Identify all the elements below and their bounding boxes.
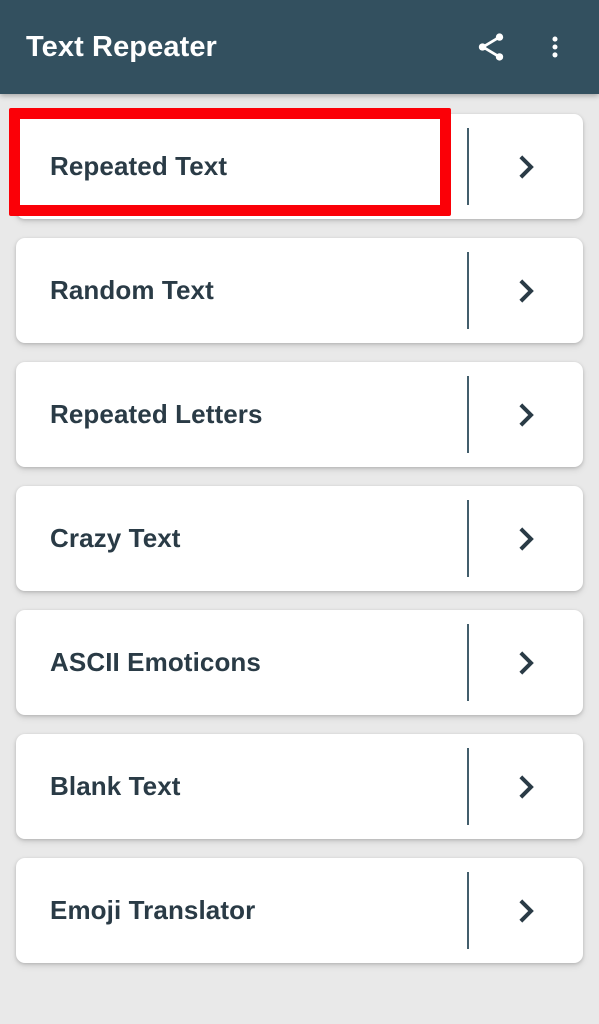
- list-item[interactable]: Repeated Letters: [16, 362, 583, 467]
- overflow-menu-button[interactable]: [527, 19, 583, 75]
- list-item[interactable]: Blank Text: [16, 734, 583, 839]
- list-item[interactable]: Repeated Text: [16, 114, 583, 219]
- chevron-right-icon: [511, 648, 541, 678]
- list-item-label: Random Text: [50, 275, 214, 305]
- feature-card-list: Repeated Text Random Text Repeated Lette…: [0, 94, 599, 1024]
- card-divider: [467, 500, 469, 577]
- list-item-label: Blank Text: [50, 771, 181, 801]
- share-button[interactable]: [463, 19, 519, 75]
- chevron-right-icon: [511, 400, 541, 430]
- chevron-right-icon: [511, 896, 541, 926]
- card-divider: [467, 376, 469, 453]
- open-button[interactable]: [469, 486, 583, 591]
- card-divider: [467, 872, 469, 949]
- open-button[interactable]: [469, 238, 583, 343]
- chevron-right-icon: [511, 524, 541, 554]
- list-item[interactable]: Random Text: [16, 238, 583, 343]
- card-label-area[interactable]: Emoji Translator: [16, 858, 467, 963]
- app-bar: Text Repeater: [0, 0, 599, 94]
- list-item-label: Repeated Text: [50, 151, 228, 181]
- card-divider: [467, 624, 469, 701]
- list-item-label: Emoji Translator: [50, 895, 256, 925]
- list-item-label: Crazy Text: [50, 523, 181, 553]
- card-divider: [467, 252, 469, 329]
- list-item[interactable]: Emoji Translator: [16, 858, 583, 963]
- overflow-menu-icon: [541, 30, 569, 64]
- card-label-area[interactable]: Random Text: [16, 238, 467, 343]
- page-title: Text Repeater: [26, 30, 217, 63]
- open-button[interactable]: [469, 858, 583, 963]
- open-button[interactable]: [469, 114, 583, 219]
- chevron-right-icon: [511, 276, 541, 306]
- card-label-area[interactable]: Repeated Letters: [16, 362, 467, 467]
- card-divider: [467, 748, 469, 825]
- list-item-label: ASCII Emoticons: [50, 647, 261, 677]
- open-button[interactable]: [469, 734, 583, 839]
- share-icon: [474, 30, 508, 64]
- open-button[interactable]: [469, 610, 583, 715]
- list-item-label: Repeated Letters: [50, 399, 263, 429]
- open-button[interactable]: [469, 362, 583, 467]
- card-divider: [467, 128, 469, 205]
- list-item[interactable]: Crazy Text: [16, 486, 583, 591]
- card-label-area[interactable]: Crazy Text: [16, 486, 467, 591]
- card-label-area[interactable]: Blank Text: [16, 734, 467, 839]
- card-label-area[interactable]: Repeated Text: [16, 114, 467, 219]
- chevron-right-icon: [511, 152, 541, 182]
- card-label-area[interactable]: ASCII Emoticons: [16, 610, 467, 715]
- list-item[interactable]: ASCII Emoticons: [16, 610, 583, 715]
- chevron-right-icon: [511, 772, 541, 802]
